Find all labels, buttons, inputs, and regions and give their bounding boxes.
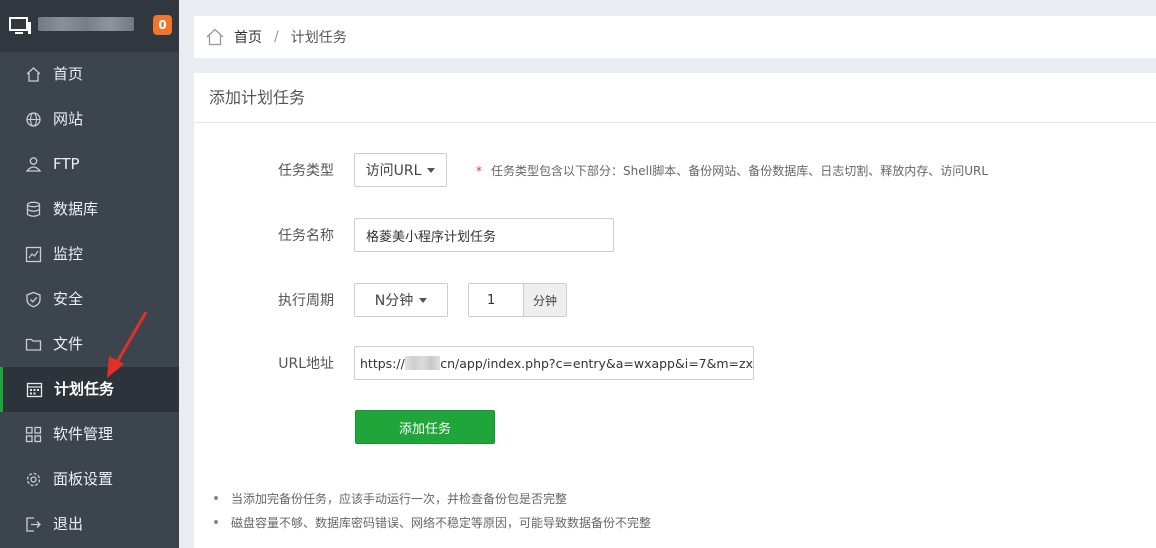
server-name-blurred — [38, 17, 134, 31]
sidebar-item-cron[interactable]: 计划任务 — [0, 367, 179, 412]
cycle-select[interactable]: N分钟 — [354, 283, 448, 317]
breadcrumb-current: 计划任务 — [290, 30, 347, 46]
sidebar: 0 首页 网站 FTP 数据库 监控 安全 文件 计划任务 软件管理 面板设置 … — [0, 0, 179, 548]
task-type-row: 任务类型 访问URL * 任务类型包含以下部分：Shell脚本、备份网站、备份数… — [194, 153, 1156, 187]
breadcrumb: 首页 / 计划任务 — [194, 16, 1156, 58]
url-input[interactable]: https:// cn/app/index.php?c=entry&a=wxap… — [354, 346, 754, 380]
logout-icon — [26, 517, 41, 532]
sidebar-item-label: 安全 — [53, 290, 84, 308]
sidebar-item-label: 首页 — [53, 65, 84, 83]
notification-badge[interactable]: 0 — [153, 15, 172, 35]
sidebar-item-security[interactable]: 安全 — [0, 277, 179, 322]
sidebar-header: 0 — [0, 0, 179, 52]
monitor-chart-icon — [25, 246, 42, 263]
grid-icon — [25, 426, 42, 443]
home-icon — [26, 67, 41, 82]
tips-list: 当添加完备份任务，应该手动运行一次，并检查备份包是否完整 磁盘容量不够、数据库密… — [214, 486, 651, 534]
sidebar-item-website[interactable]: 网站 — [0, 97, 179, 142]
add-task-button[interactable]: 添加任务 — [355, 410, 495, 444]
sidebar-item-label: FTP — [53, 155, 80, 173]
folder-icon — [25, 338, 42, 351]
url-domain-blurred — [404, 356, 441, 370]
sidebar-item-database[interactable]: 数据库 — [0, 187, 179, 232]
url-row: URL地址 https:// cn/app/index.php?c=entry&… — [194, 346, 1156, 380]
breadcrumb-separator: / — [274, 29, 279, 45]
caret-down-icon — [419, 297, 428, 303]
database-icon — [26, 201, 41, 217]
add-cron-panel: 添加计划任务 任务类型 访问URL * 任务类型包含以下部分：Shell脚本、备… — [194, 73, 1156, 548]
sidebar-item-settings[interactable]: 面板设置 — [0, 457, 179, 502]
tip-item: 当添加完备份任务，应该手动运行一次，并检查备份包是否完整 — [214, 486, 651, 510]
minutes-unit: 分钟 — [523, 283, 567, 317]
cycle-label: 执行周期 — [278, 293, 334, 309]
task-type-label: 任务类型 — [278, 163, 334, 179]
sidebar-item-label: 网站 — [53, 110, 84, 128]
sidebar-item-home[interactable]: 首页 — [0, 52, 179, 97]
url-label: URL地址 — [278, 356, 334, 372]
ftp-user-icon — [25, 157, 42, 172]
home-icon[interactable] — [205, 27, 225, 47]
sidebar-item-logout[interactable]: 退出 — [0, 502, 179, 547]
cycle-value: N分钟 — [374, 293, 414, 309]
url-prefix: https:// — [360, 355, 405, 371]
sidebar-item-software[interactable]: 软件管理 — [0, 412, 179, 457]
gear-icon — [26, 472, 41, 487]
shield-icon — [26, 291, 41, 308]
sidebar-item-label: 退出 — [53, 515, 84, 533]
task-type-select[interactable]: 访问URL — [354, 153, 447, 187]
caret-down-icon — [427, 167, 436, 173]
sidebar-item-label: 软件管理 — [53, 425, 114, 443]
tip-text: 当添加完备份任务，应该手动运行一次，并检查备份包是否完整 — [231, 491, 568, 506]
task-name-value: 格菱美小程序计划任务 — [366, 229, 497, 245]
minutes-input[interactable]: 1 — [468, 283, 523, 317]
sidebar-item-label: 面板设置 — [53, 470, 114, 488]
panel-title: 添加计划任务 — [194, 73, 1156, 123]
sidebar-item-label: 监控 — [53, 245, 84, 263]
url-suffix: cn/app/index.php?c=entry&a=wxapp&i=7&m=z… — [440, 355, 753, 371]
task-name-row: 任务名称 格菱美小程序计划任务 — [194, 218, 1156, 252]
minutes-group: 1 分钟 — [468, 283, 567, 317]
tip-item: 磁盘容量不够、数据库密码错误、网络不稳定等原因，可能导致数据备份不完整 — [214, 510, 651, 534]
task-type-value: 访问URL — [365, 163, 422, 179]
sidebar-item-ftp[interactable]: FTP — [0, 142, 179, 187]
globe-icon — [26, 112, 41, 127]
sidebar-menu: 首页 网站 FTP 数据库 监控 安全 文件 计划任务 软件管理 面板设置 退出 — [0, 52, 179, 547]
sidebar-item-monitor[interactable]: 监控 — [0, 232, 179, 277]
task-type-note: * 任务类型包含以下部分：Shell脚本、备份网站、备份数据库、日志切割、释放内… — [476, 162, 988, 179]
task-name-input[interactable]: 格菱美小程序计划任务 — [354, 218, 614, 252]
task-type-note-text: 任务类型包含以下部分：Shell脚本、备份网站、备份数据库、日志切割、释放内存、… — [491, 164, 989, 178]
monitor-icon — [9, 17, 31, 34]
sidebar-item-label: 计划任务 — [54, 380, 115, 398]
sidebar-item-label: 文件 — [53, 335, 84, 353]
tip-text: 磁盘容量不够、数据库密码错误、网络不稳定等原因，可能导致数据备份不完整 — [231, 515, 652, 530]
sidebar-item-label: 数据库 — [53, 200, 99, 218]
sidebar-item-files[interactable]: 文件 — [0, 322, 179, 367]
calendar-icon — [26, 382, 43, 398]
task-name-label: 任务名称 — [278, 228, 334, 244]
cycle-row: 执行周期 N分钟 1 分钟 — [194, 283, 1156, 317]
breadcrumb-home-link[interactable]: 首页 — [234, 27, 262, 47]
required-star: * — [476, 163, 482, 178]
